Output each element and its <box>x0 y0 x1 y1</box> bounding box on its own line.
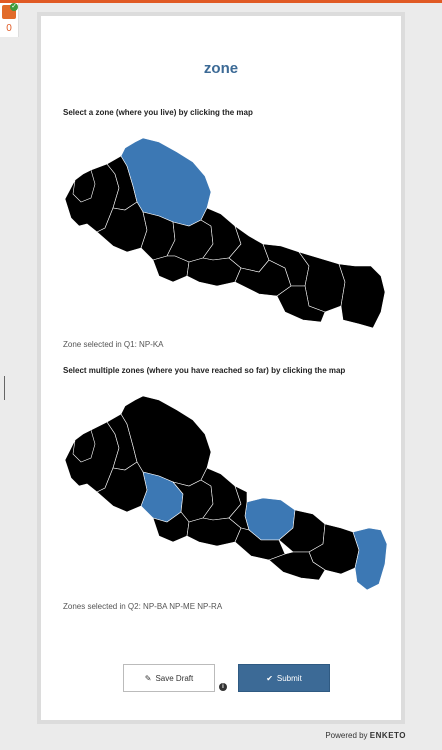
queued-count: 0 <box>6 23 12 34</box>
app-logo-icon: ✓ <box>2 3 18 19</box>
zone-narayani[interactable] <box>186 257 242 287</box>
check-badge-icon: ✓ <box>10 3 18 11</box>
question-1-label: Select a zone (where you live) by clicki… <box>63 108 253 117</box>
form-title: zone <box>203 60 239 77</box>
zone-mechi[interactable] <box>338 263 386 329</box>
powered-by-footer[interactable]: Powered by ENKETO <box>325 731 406 740</box>
zone-map-q1[interactable] <box>63 136 391 331</box>
check-icon: ✔ <box>266 673 273 683</box>
save-draft-label: Save Draft <box>155 673 194 683</box>
form-status-widget[interactable]: ✓ 0 <box>0 3 19 37</box>
powered-by-text: Powered by <box>325 731 368 740</box>
enketo-brand: ENKETO <box>369 731 406 740</box>
zone-narayani[interactable] <box>186 517 242 547</box>
submit-label: Submit <box>276 673 302 683</box>
top-accent-bar <box>0 0 442 3</box>
side-marker <box>4 376 7 400</box>
info-icon[interactable]: i <box>219 683 227 691</box>
save-draft-button[interactable]: ✎ Save Draft <box>123 664 215 692</box>
zone-map-q2[interactable] <box>63 394 391 594</box>
form-panel: zone Select a zone (where you live) by c… <box>37 12 405 724</box>
submit-button[interactable]: ✔ Submit <box>238 664 330 692</box>
question-2-label: Select multiple zones (where you have re… <box>63 366 346 375</box>
question-1-result: Zone selected in Q1: NP-KA <box>63 340 164 349</box>
question-2-result: Zones selected in Q2: NP-BA NP-ME NP-RA <box>63 602 223 611</box>
zone-me[interactable] <box>352 527 388 591</box>
pencil-icon: ✎ <box>144 673 152 683</box>
zone-lumbini[interactable] <box>152 255 190 283</box>
